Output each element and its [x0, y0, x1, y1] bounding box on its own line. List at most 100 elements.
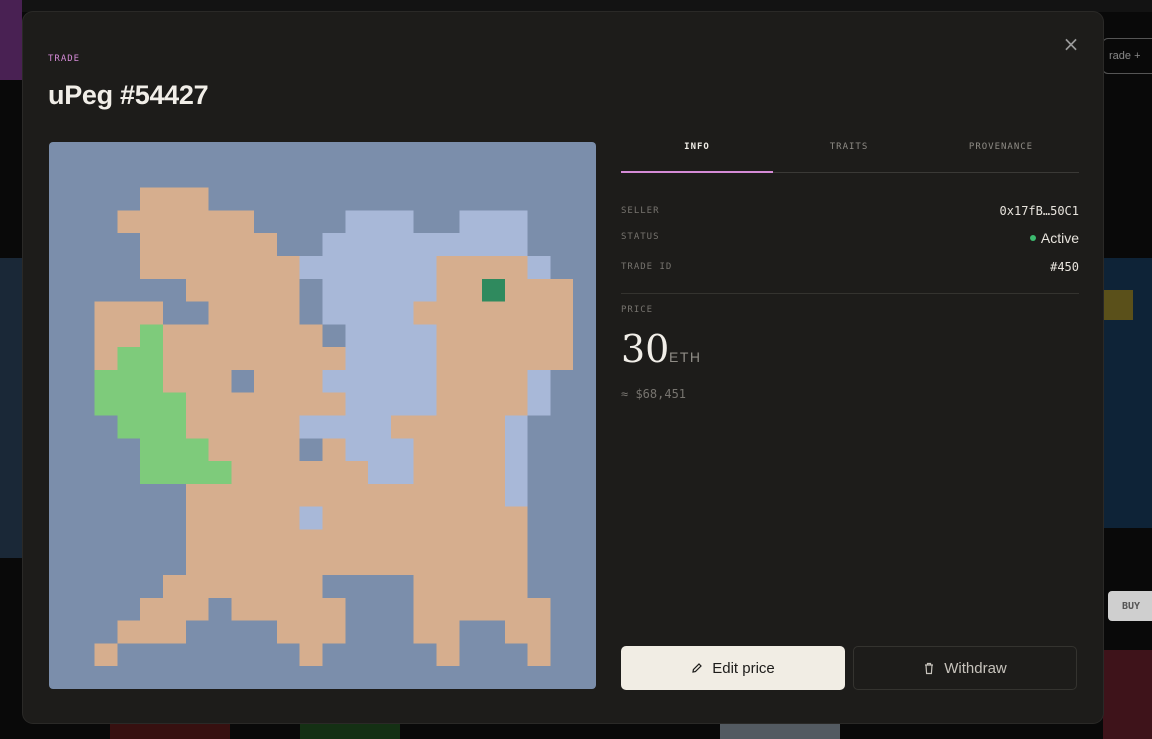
pixel — [322, 301, 346, 325]
pixel — [390, 347, 414, 370]
pixel — [436, 483, 460, 507]
pixel — [368, 347, 391, 370]
pixel — [299, 347, 323, 370]
pixel — [390, 506, 414, 530]
pixel — [368, 461, 391, 484]
pixel — [231, 210, 255, 234]
pixel — [140, 210, 163, 234]
pixel — [413, 483, 437, 507]
pixel — [482, 347, 505, 370]
pixel — [550, 324, 574, 348]
pixel — [413, 278, 437, 302]
pixel — [436, 461, 460, 484]
pixel — [504, 438, 528, 462]
pixel — [276, 255, 300, 279]
pixel — [276, 438, 300, 462]
pixel — [254, 369, 277, 393]
pixel — [482, 575, 505, 598]
pixel — [208, 347, 232, 370]
pixel — [345, 483, 369, 507]
pixel — [299, 255, 323, 279]
edit-price-label: Edit price — [712, 659, 775, 677]
pixel — [459, 483, 483, 507]
pixel — [231, 461, 255, 484]
pixel — [413, 255, 437, 279]
pixel — [436, 255, 460, 279]
pixel — [185, 506, 209, 530]
tab-traits[interactable]: TRAITS — [773, 142, 925, 172]
pixel — [413, 392, 437, 416]
pixel — [527, 369, 551, 393]
pixel — [185, 324, 209, 348]
pixel — [185, 233, 209, 256]
pixel — [504, 483, 528, 507]
pixel — [459, 597, 483, 621]
pixel — [390, 255, 414, 279]
pixel — [276, 369, 300, 393]
pixel — [345, 506, 369, 530]
pixel — [276, 301, 300, 325]
pixel — [208, 552, 232, 576]
edit-price-button[interactable]: Edit price — [621, 646, 845, 690]
tab-info[interactable]: INFO — [621, 142, 773, 173]
pixel — [276, 461, 300, 484]
pixel — [345, 301, 369, 325]
pixel — [299, 552, 323, 576]
pixel — [482, 415, 505, 439]
pixel — [527, 392, 551, 416]
pixel — [208, 233, 232, 256]
pixel — [459, 233, 483, 256]
pixel — [504, 415, 528, 439]
pixel — [390, 278, 414, 302]
trash-icon — [923, 662, 935, 675]
withdraw-button[interactable]: Withdraw — [853, 646, 1077, 690]
pixel — [436, 233, 460, 256]
pixel — [482, 506, 505, 530]
pixel — [208, 255, 232, 279]
modal-eyebrow: TRADE — [48, 54, 81, 64]
pixel — [459, 506, 483, 530]
close-button[interactable]: × — [1061, 34, 1081, 54]
pixel — [459, 278, 483, 302]
pixel — [527, 597, 551, 621]
pixel — [299, 620, 323, 644]
nft-artwork — [49, 142, 596, 689]
pixel — [276, 392, 300, 416]
pixel — [436, 552, 460, 576]
pixel — [94, 643, 118, 667]
seller-value[interactable]: 0x17fB…50C1 — [1000, 204, 1079, 218]
pixel — [345, 278, 369, 302]
pixel — [299, 506, 323, 530]
status-value: Active — [1040, 230, 1079, 246]
pixel — [140, 301, 163, 325]
pixel — [459, 301, 483, 325]
pixel — [322, 438, 346, 462]
pixel — [504, 575, 528, 598]
pixel — [482, 233, 505, 256]
pixel — [276, 278, 300, 302]
pixel — [345, 392, 369, 416]
pixel — [459, 529, 483, 553]
pixel — [482, 392, 505, 416]
pixel — [413, 415, 437, 439]
pixel — [94, 301, 118, 325]
pixel — [459, 438, 483, 462]
pixel — [322, 392, 346, 416]
pixel — [94, 324, 118, 348]
pixel — [140, 187, 163, 211]
pixel — [413, 301, 437, 325]
tab-provenance[interactable]: PROVENANCE — [925, 142, 1077, 172]
pixel — [231, 575, 255, 598]
pixel — [276, 620, 300, 644]
pixel — [185, 278, 209, 302]
seller-row: SELLER 0x17fB…50C1 — [621, 204, 1079, 220]
pixel — [208, 415, 232, 439]
pixel — [482, 301, 505, 325]
withdraw-label: Withdraw — [944, 659, 1007, 677]
pixel — [368, 369, 391, 393]
pixel — [299, 461, 323, 484]
trade-id-value: #450 — [1050, 260, 1079, 274]
pixel — [504, 324, 528, 348]
pixel — [390, 301, 414, 325]
pixel — [231, 233, 255, 256]
